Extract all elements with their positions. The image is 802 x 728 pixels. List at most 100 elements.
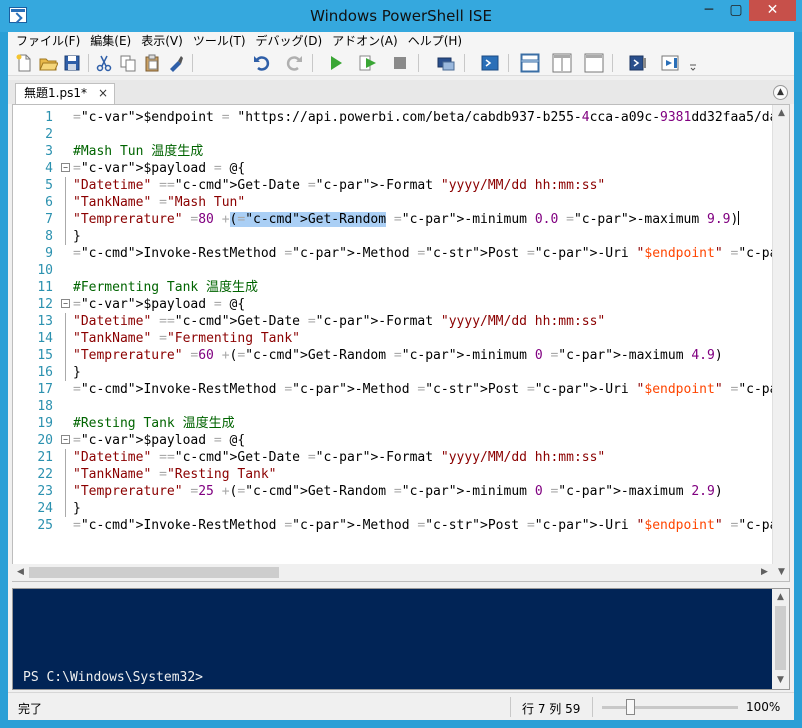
title-bar[interactable]: Windows PowerShell ISE ─ ▢ ✕ bbox=[0, 0, 802, 32]
layout-right-icon[interactable] bbox=[552, 53, 572, 73]
undo-icon[interactable] bbox=[252, 53, 272, 73]
scroll-up-icon[interactable]: ▲ bbox=[773, 105, 789, 122]
code-line[interactable]: 3 #Mash Tun 温度生成 bbox=[13, 143, 773, 160]
run-selection-icon[interactable] bbox=[358, 53, 378, 73]
maximize-button[interactable]: ▢ bbox=[723, 0, 749, 21]
stop-icon[interactable] bbox=[390, 53, 410, 73]
code-line[interactable]: 22 "TankName" ="Resting Tank" bbox=[13, 466, 773, 483]
line-number: 4 bbox=[45, 161, 53, 176]
code-line[interactable]: 23 "Temprerature" =25 +(="c-cmd">Get-Rand… bbox=[13, 483, 773, 500]
code-text: ="c-cmd">Invoke-RestMethod ="c-par">-Met… bbox=[73, 246, 789, 261]
code-text: } bbox=[73, 365, 81, 380]
scroll-up-icon[interactable]: ▲ bbox=[772, 589, 789, 606]
zoom-level: 100% bbox=[746, 700, 781, 714]
minimize-button[interactable]: ─ bbox=[695, 0, 723, 21]
menu-tools[interactable]: ツール(T) bbox=[189, 32, 250, 50]
code-line[interactable]: 11 #Fermenting Tank 温度生成 bbox=[13, 279, 773, 296]
script-editor[interactable]: 1 ="c-var">$endpoint = "https://api.power… bbox=[12, 104, 790, 582]
cut-icon[interactable] bbox=[94, 53, 114, 73]
overflow-chevron-icon[interactable] bbox=[688, 53, 698, 73]
scroll-thumb[interactable] bbox=[29, 567, 279, 578]
code-line[interactable]: 12− ="c-var">$payload = @{ bbox=[13, 296, 773, 313]
line-number: 14 bbox=[37, 331, 53, 346]
console-pane[interactable]: PS C:\Windows\System32> ▲ ▼ bbox=[12, 588, 790, 690]
close-button[interactable]: ✕ bbox=[749, 0, 796, 21]
line-number: 6 bbox=[45, 195, 53, 210]
line-number: 16 bbox=[37, 365, 53, 380]
code-line[interactable]: 5 "Datetime" =="c-cmd">Get-Date ="c-par">… bbox=[13, 177, 773, 194]
scroll-down-icon[interactable]: ▼ bbox=[773, 564, 789, 581]
window-title: Windows PowerShell ISE bbox=[310, 7, 492, 25]
fold-toggle-icon[interactable]: − bbox=[61, 163, 70, 172]
code-lines: 1 ="c-var">$endpoint = "https://api.power… bbox=[13, 109, 789, 534]
code-line[interactable]: 10 bbox=[13, 262, 773, 279]
code-line[interactable]: 18 bbox=[13, 398, 773, 415]
code-line[interactable]: 2 bbox=[13, 126, 773, 143]
powershell-icon[interactable] bbox=[480, 53, 500, 73]
scroll-right-icon[interactable]: ▶ bbox=[756, 564, 773, 581]
code-line[interactable]: 20− ="c-var">$payload = @{ bbox=[13, 432, 773, 449]
code-text: } bbox=[73, 501, 81, 516]
code-line[interactable]: 24} bbox=[13, 500, 773, 517]
zoom-slider-track[interactable] bbox=[602, 706, 738, 709]
fold-guide bbox=[65, 177, 66, 194]
code-line[interactable]: 8} bbox=[13, 228, 773, 245]
menu-edit[interactable]: 編集(E) bbox=[86, 32, 135, 50]
scroll-left-icon[interactable]: ◀ bbox=[12, 564, 29, 581]
code-line[interactable]: 9 ="c-cmd">Invoke-RestMethod ="c-par">-Me… bbox=[13, 245, 789, 262]
cursor-position: 行 7 列 59 bbox=[522, 702, 581, 716]
open-icon[interactable] bbox=[38, 53, 58, 73]
menu-addons[interactable]: アドオン(A) bbox=[328, 32, 402, 50]
line-number: 12 bbox=[37, 297, 53, 312]
code-text: "Datetime" =="c-cmd">Get-Date ="c-par">-… bbox=[73, 314, 606, 329]
collapse-script-pane-icon[interactable]: ▲ bbox=[773, 85, 788, 100]
code-line[interactable]: 6 "TankName" ="Mash Tun" bbox=[13, 194, 773, 211]
tab-close-icon[interactable]: × bbox=[98, 84, 108, 103]
fold-guide bbox=[65, 364, 66, 381]
toolbar-separator bbox=[88, 54, 89, 72]
code-text: "Temprerature" =25 +(="c-cmd">Get-Random… bbox=[73, 484, 723, 499]
menu-debug[interactable]: デバッグ(D) bbox=[252, 32, 327, 50]
code-line[interactable]: 7 "Temprerature" =80 +(="c-cmd">Get-Rando… bbox=[13, 211, 773, 228]
code-line[interactable]: 25 ="c-cmd">Invoke-RestMethod ="c-par">-M… bbox=[13, 517, 789, 534]
code-line[interactable]: 13 "Datetime" =="c-cmd">Get-Date ="c-par"… bbox=[13, 313, 773, 330]
fold-guide bbox=[65, 330, 66, 347]
menu-help[interactable]: ヘルプ(H) bbox=[404, 32, 466, 50]
zoom-slider-thumb[interactable] bbox=[626, 699, 635, 715]
fold-toggle-icon[interactable]: − bbox=[61, 299, 70, 308]
paste-icon[interactable] bbox=[142, 53, 162, 73]
scroll-thumb[interactable] bbox=[775, 606, 786, 670]
editor-vertical-scrollbar[interactable]: ▲ ▼ bbox=[772, 105, 789, 581]
redo-icon[interactable] bbox=[284, 53, 304, 73]
code-line[interactable]: 1 ="c-var">$endpoint = "https://api.power… bbox=[13, 109, 789, 126]
layout-max-icon[interactable] bbox=[584, 53, 604, 73]
fold-toggle-icon[interactable]: − bbox=[61, 435, 70, 444]
code-line[interactable]: 16} bbox=[13, 364, 773, 381]
code-line[interactable]: 14 "TankName" ="Fermenting Tank" bbox=[13, 330, 773, 347]
toolbar-separator bbox=[312, 54, 313, 72]
remote-powershell-icon[interactable] bbox=[436, 53, 456, 73]
tab-untitled1[interactable]: 無題1.ps1* × bbox=[15, 83, 115, 104]
console-vertical-scrollbar[interactable]: ▲ ▼ bbox=[772, 589, 789, 689]
code-line[interactable]: 19 #Resting Tank 温度生成 bbox=[13, 415, 773, 432]
status-bar: 完了 行 7 列 59 100% bbox=[8, 692, 794, 720]
copy-icon[interactable] bbox=[118, 53, 138, 73]
new-icon[interactable] bbox=[14, 53, 34, 73]
scroll-down-icon[interactable]: ▼ bbox=[772, 672, 789, 689]
run-icon[interactable] bbox=[326, 53, 346, 73]
code-line[interactable]: 21 "Datetime" =="c-cmd">Get-Date ="c-par"… bbox=[13, 449, 773, 466]
code-text: "TankName" ="Resting Tank" bbox=[73, 467, 277, 482]
addon-icon[interactable] bbox=[660, 53, 680, 73]
code-line[interactable]: 4− ="c-var">$payload = @{ bbox=[13, 160, 773, 177]
layout-top-icon[interactable] bbox=[520, 53, 540, 73]
commands-icon[interactable] bbox=[628, 53, 648, 73]
editor-horizontal-scrollbar[interactable]: ◀ ▶ bbox=[12, 564, 773, 581]
menu-file[interactable]: ファイル(F) bbox=[12, 32, 84, 50]
menu-view[interactable]: 表示(V) bbox=[137, 32, 187, 50]
line-number: 13 bbox=[37, 314, 53, 329]
clear-icon[interactable] bbox=[166, 53, 186, 73]
script-tab-strip: 無題1.ps1* × ▲ bbox=[8, 80, 794, 104]
save-icon[interactable] bbox=[62, 53, 82, 73]
code-line[interactable]: 15 "Temprerature" =60 +(="c-cmd">Get-Rand… bbox=[13, 347, 773, 364]
code-line[interactable]: 17 ="c-cmd">Invoke-RestMethod ="c-par">-M… bbox=[13, 381, 789, 398]
